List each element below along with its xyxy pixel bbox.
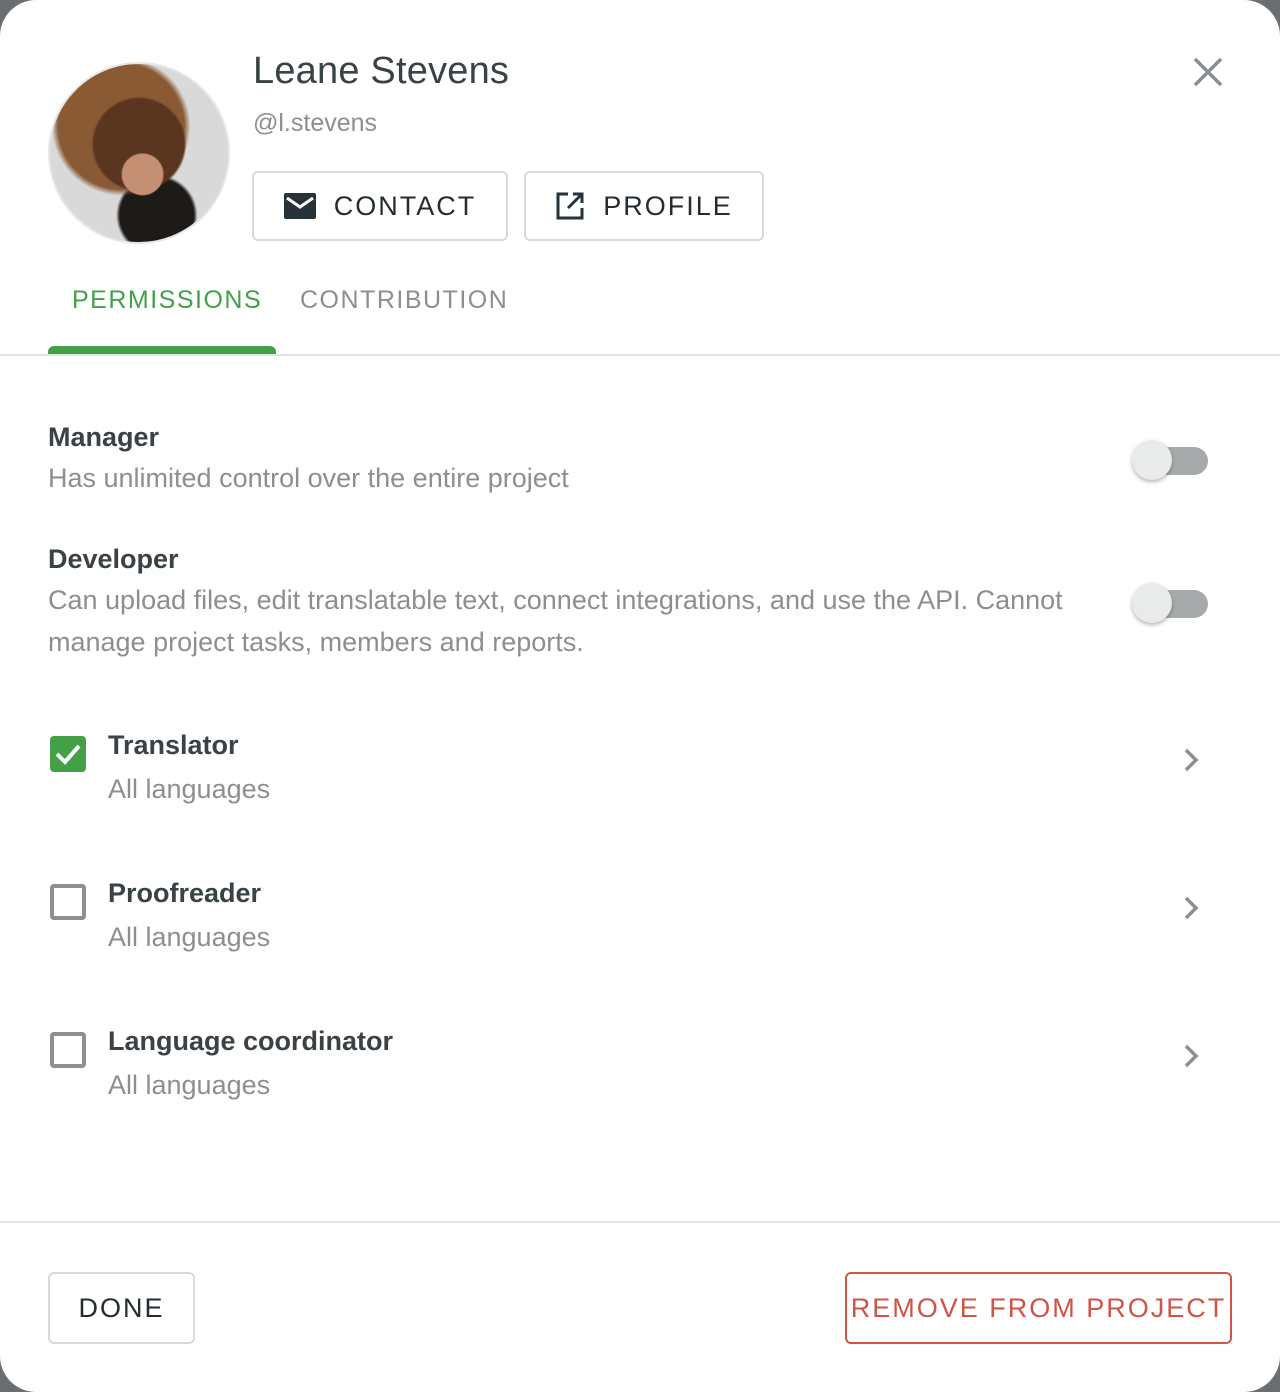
permission-description: Has unlimited control over the entire pr… xyxy=(48,463,569,493)
dialog-header: Leane Stevens @l.stevens CONTACT PROFILE… xyxy=(0,0,1280,356)
check-icon xyxy=(55,744,81,765)
permission-title: Manager xyxy=(48,422,160,452)
member-dialog: Leane Stevens @l.stevens CONTACT PROFILE… xyxy=(0,0,1280,1392)
permission-description: Can upload files, edit translatable text… xyxy=(48,585,1063,657)
tab-contribution[interactable]: CONTRIBUTION xyxy=(276,270,532,356)
permission-manager: Manager Has unlimited control over the e… xyxy=(48,422,1108,499)
mail-icon xyxy=(283,193,316,219)
profile-label: PROFILE xyxy=(603,190,733,221)
chevron-right-icon[interactable] xyxy=(1180,744,1204,776)
tab-bar: PERMISSIONS CONTRIBUTION xyxy=(48,270,532,356)
contact-label: CONTACT xyxy=(333,190,477,221)
done-button[interactable]: DONE xyxy=(48,1272,195,1344)
permission-title: Developer xyxy=(48,544,179,574)
role-title: Proofreader xyxy=(108,878,262,908)
close-icon xyxy=(1188,52,1228,92)
remove-from-project-button[interactable]: REMOVE FROM PROJECT xyxy=(845,1272,1232,1344)
close-button[interactable] xyxy=(1188,52,1228,92)
toggle-thumb xyxy=(1132,583,1172,623)
open-in-new-icon xyxy=(555,191,585,221)
role-title: Translator xyxy=(108,730,239,760)
manager-toggle[interactable] xyxy=(1130,438,1210,482)
user-handle: @l.stevens xyxy=(253,109,378,137)
role-subtitle: All languages xyxy=(108,922,271,952)
header-divider xyxy=(0,354,1280,356)
language-coordinator-checkbox[interactable] xyxy=(50,1032,86,1068)
avatar xyxy=(48,62,230,244)
role-language-coordinator[interactable]: Language coordinator All languages xyxy=(48,1026,1228,1132)
chevron-right-icon[interactable] xyxy=(1180,892,1204,924)
translator-checkbox[interactable] xyxy=(50,736,86,772)
role-proofreader[interactable]: Proofreader All languages xyxy=(48,878,1228,984)
contact-button[interactable]: CONTACT xyxy=(252,171,508,241)
proofreader-checkbox[interactable] xyxy=(50,884,86,920)
permission-developer: Developer Can upload files, edit transla… xyxy=(48,544,1108,663)
role-title: Language coordinator xyxy=(108,1026,394,1056)
footer-divider xyxy=(0,1221,1280,1223)
role-subtitle: All languages xyxy=(108,774,271,804)
toggle-thumb xyxy=(1132,440,1172,480)
user-name: Leane Stevens xyxy=(253,50,510,92)
profile-button[interactable]: PROFILE xyxy=(524,171,764,241)
chevron-right-icon[interactable] xyxy=(1180,1040,1204,1072)
tab-permissions[interactable]: PERMISSIONS xyxy=(48,270,276,356)
developer-toggle[interactable] xyxy=(1130,581,1210,625)
role-subtitle: All languages xyxy=(108,1070,271,1100)
role-translator[interactable]: Translator All languages xyxy=(48,730,1228,836)
